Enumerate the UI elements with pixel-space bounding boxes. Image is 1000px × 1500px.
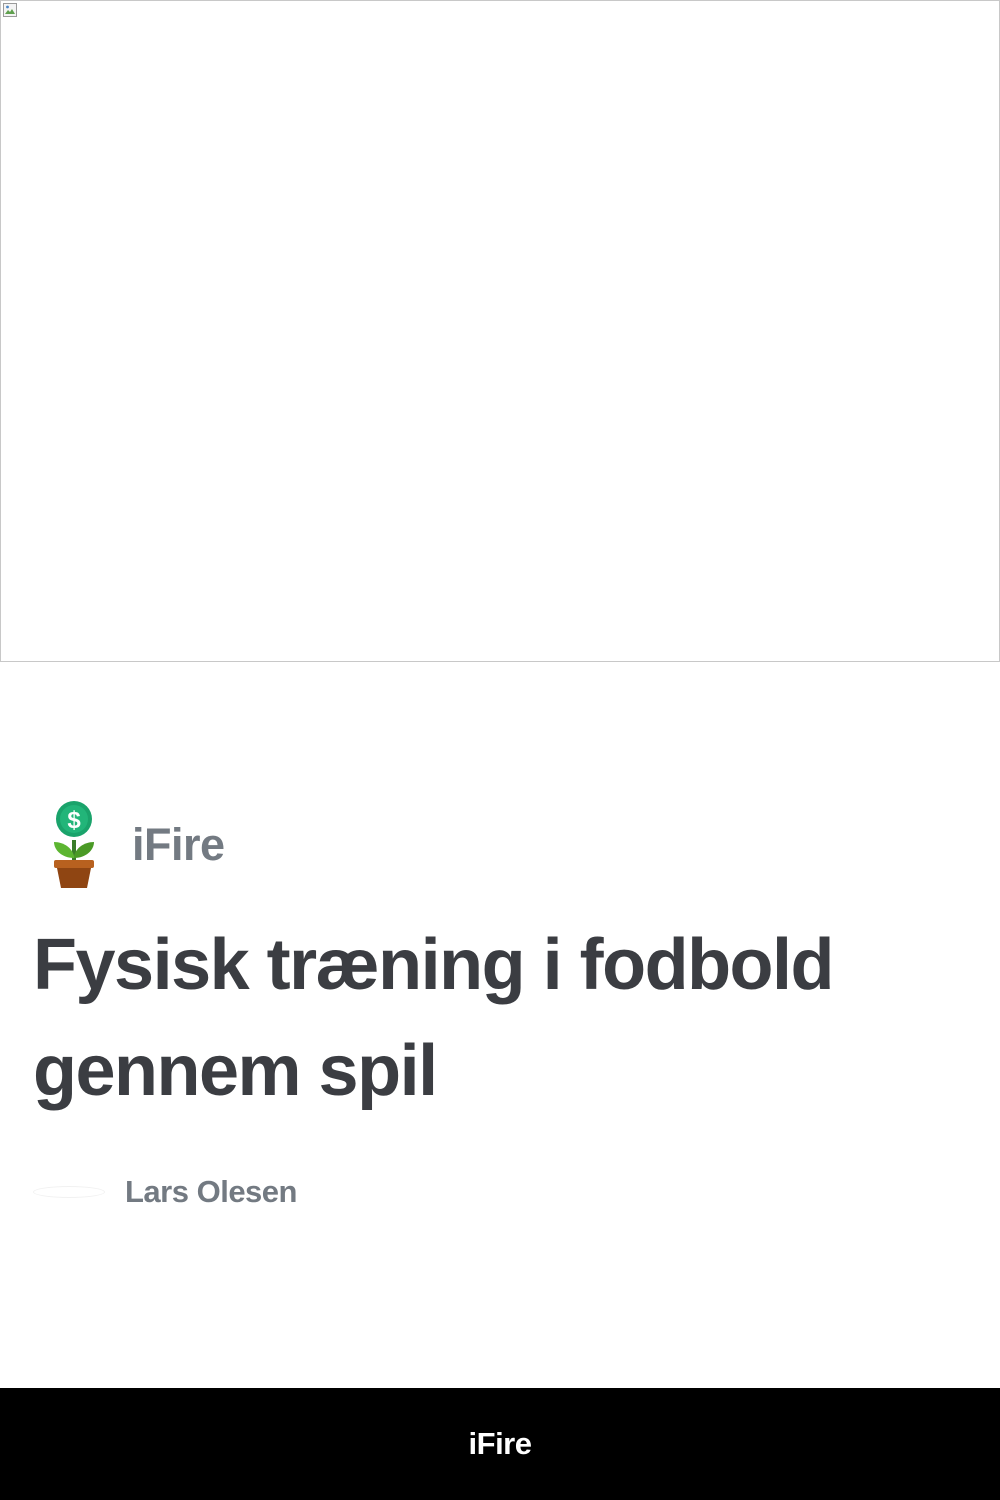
money-plant-icon: $: [54, 801, 94, 888]
author-byline[interactable]: Lars Olesen: [33, 1170, 297, 1214]
story-title: Fysisk træning i fodbold gennem spil: [33, 925, 835, 1111]
footer-brand-label: iFire: [468, 1426, 532, 1461]
svg-text:$: $: [67, 807, 81, 834]
avatar: [33, 1186, 105, 1198]
author-name: Lars Olesen: [125, 1174, 297, 1209]
hero-image: [0, 0, 1000, 662]
brand-name: iFire: [132, 819, 225, 870]
publisher-brand[interactable]: $ iFire: [44, 800, 225, 890]
footer-bar[interactable]: iFire: [0, 1388, 1000, 1500]
story-page: $ iFire Fysisk træning i fodbold gennem …: [0, 0, 1000, 1500]
broken-image-icon: [3, 3, 17, 17]
